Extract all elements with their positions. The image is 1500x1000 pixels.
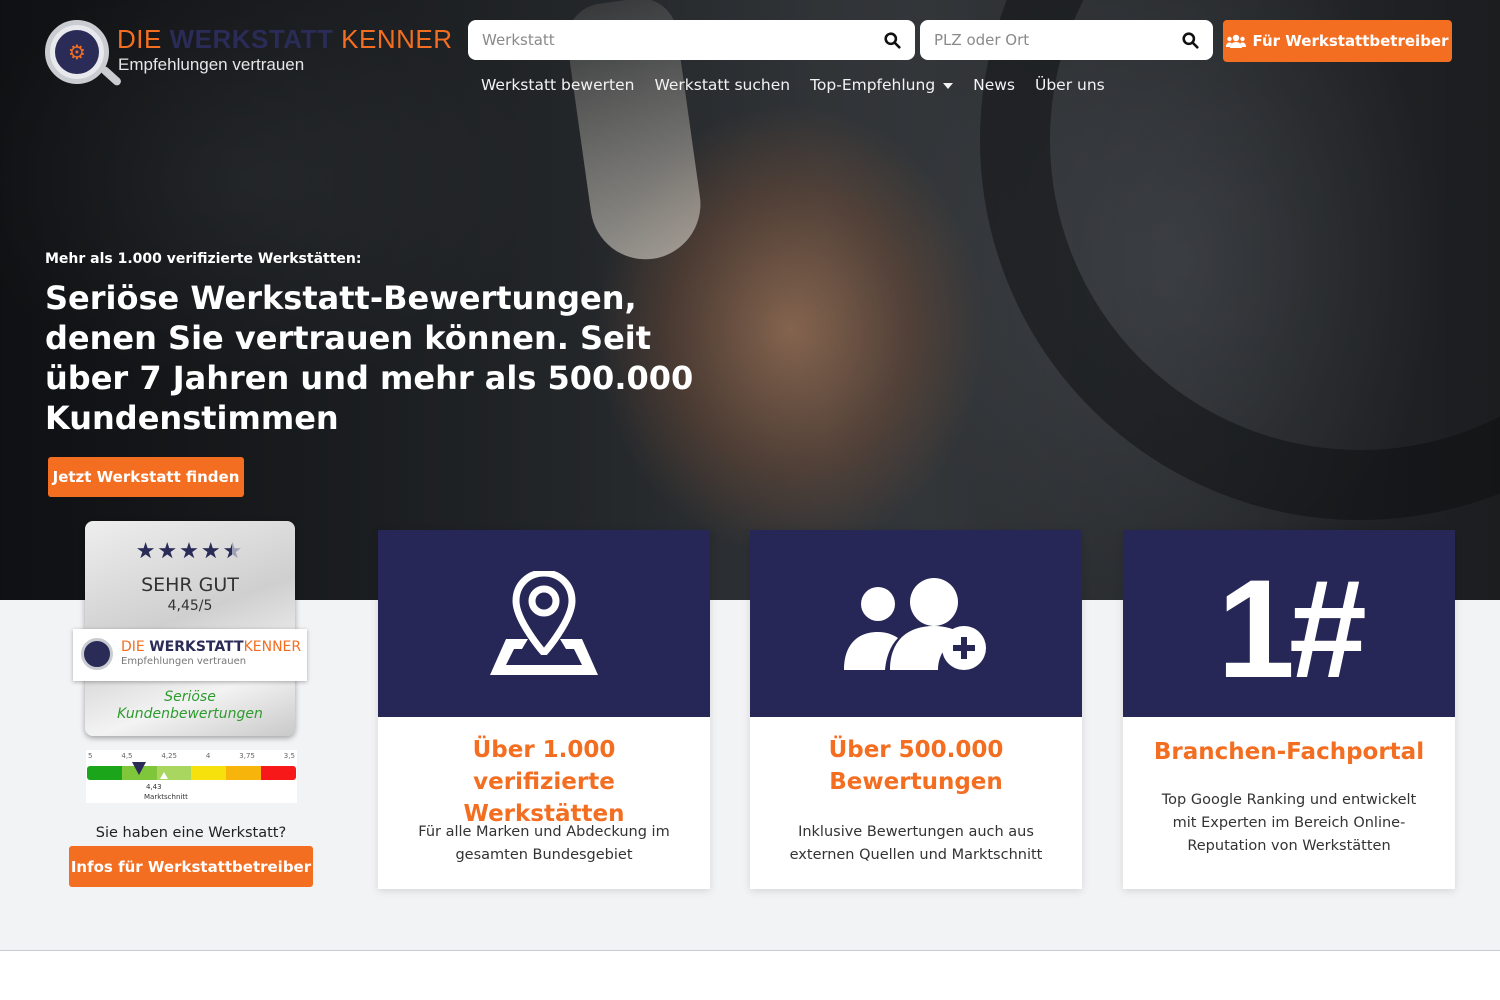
feature-card-portal: 1# Branchen-Fachportal Top Google Rankin… [1123,530,1455,889]
card-title: Über 1.000 verifizierte Werkstätten [463,737,625,827]
location-search-box [920,20,1213,60]
card-title: Über 500.000 Bewertungen [828,737,1004,795]
workshop-search-box [468,20,915,60]
card-text: Top Google Ranking und entwickelt mit Ex… [1161,792,1417,854]
card-title: Branchen-Fachportal [1153,739,1425,765]
rank-icon: 1# [1217,549,1367,707]
hero-title: Seriöse Werkstatt-Bewertungen, denen Sie… [45,279,694,437]
owner-question: Sie haben eine Werkstatt? [95,825,287,841]
caret-down-icon [943,82,954,89]
main-nav: Werkstatt bewerten Werkstatt suchen Top-… [481,76,1105,94]
owner-info-button[interactable]: Infos für Werkstattbetreiber [69,846,313,887]
map-pin-icon [490,570,598,675]
rating-score: 4,45/5 [167,598,213,614]
workshop-owner-button[interactable]: Für Werkstattbetreiber [1223,20,1452,62]
rating-stars: ★★★★★ ★★★★★ [135,539,245,564]
search-icon[interactable] [1182,31,1199,49]
average-label: Marktschnitt [144,793,188,801]
card-text: Inklusive Bewertungen auch aus externen … [789,824,1043,863]
logo-tagline: Empfehlungen vertrauen [118,55,305,74]
nav-item-werkstatt-bewerten[interactable]: Werkstatt bewerten [481,76,634,94]
rating-badge[interactable]: ★★★★★ ★★★★★ SEHR GUT 4,45/5 DIE WERKSTAT… [73,521,307,736]
scale-segment [261,766,296,780]
next-section [0,951,1500,1000]
average-pointer-icon [160,772,168,779]
logo-magnifier-icon: ⚙ [45,20,109,84]
workshop-search-input[interactable] [482,31,884,49]
scale-segment [87,766,122,780]
rating-scale: 5 4,5 4,25 4 3,75 3,5 4,43 Marktschnitt [86,750,297,803]
scale-segment [226,766,262,780]
search-icon[interactable] [884,31,901,49]
users-plus-icon [844,577,986,670]
site-logo[interactable]: ⚙ DIE WERKSTATT KENNER Empfehlungen vert… [45,20,452,88]
badge-claim: Seriöse Kundenbewertungen [117,689,263,722]
nav-item-top-empfehlung[interactable]: Top-Empfehlung [810,76,954,94]
feature-card-workshops: Über 1.000 verifizierte Werkstätten Für … [378,530,710,889]
nav-item-news[interactable]: News [973,76,1015,94]
location-search-input[interactable] [934,31,1182,49]
card-text: Für alle Marken und Abdeckung im gesamte… [418,824,670,863]
users-icon [1226,34,1247,48]
hero-kicker: Mehr als 1.000 verifizierte Werkstätten: [45,251,362,267]
rating-grade: SEHR GUT [141,574,239,596]
rating-pointer-icon [132,762,146,775]
find-workshop-button[interactable]: Jetzt Werkstatt finden [48,457,244,497]
logo-brand: DIE WERKSTATT KENNER [117,24,453,54]
feature-card-reviews: Über 500.000 Bewertungen Inklusive Bewer… [750,530,1082,889]
scale-segment [191,766,227,780]
logo-magnifier-icon [81,638,113,670]
nav-item-werkstatt-suchen[interactable]: Werkstatt suchen [654,76,790,94]
nav-item-ueber-uns[interactable]: Über uns [1035,76,1105,94]
average-value: 4,43 [146,783,162,791]
badge-logo-strip: DIE WERKSTATTKENNER Empfehlungen vertrau… [73,629,307,681]
scale-bar [87,766,296,780]
